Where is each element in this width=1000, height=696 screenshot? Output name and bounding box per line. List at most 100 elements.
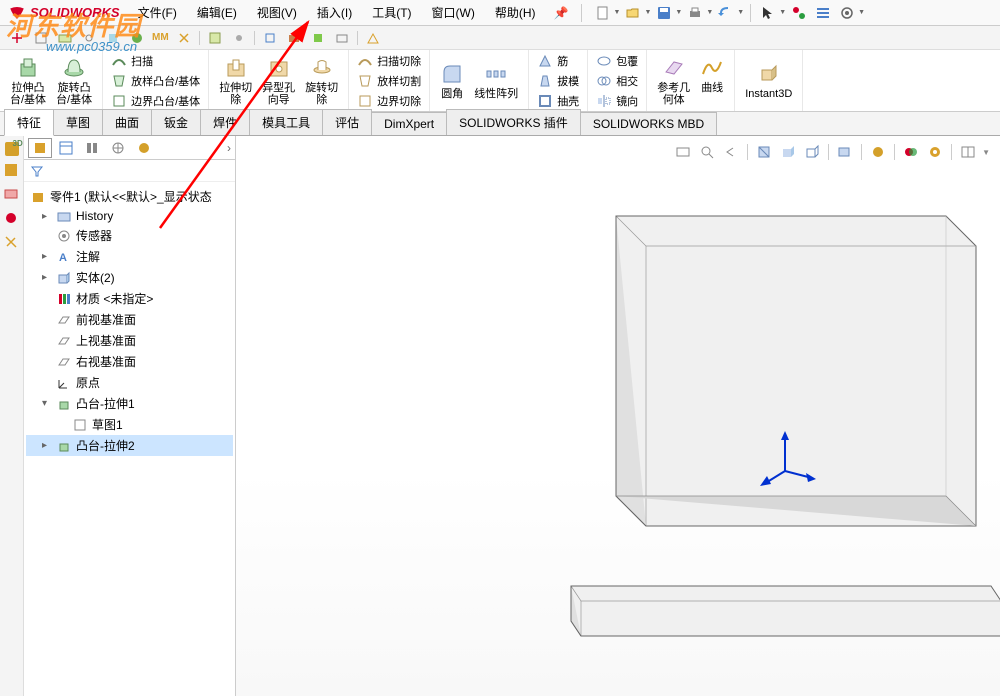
vt-view-setting[interactable] (925, 142, 945, 162)
tree-tab-prop[interactable] (54, 138, 78, 158)
tree-extrude2[interactable]: ▸凸台-拉伸2 (26, 435, 233, 456)
tb-icon[interactable] (309, 29, 327, 47)
vt-prev-view[interactable] (721, 142, 741, 162)
shell-button[interactable]: 抽壳 (535, 92, 581, 110)
new-button[interactable] (592, 2, 614, 24)
tree-sketch1[interactable]: 草图1 (26, 414, 233, 435)
tab-evaluate[interactable]: 评估 (322, 109, 372, 135)
vt-edit-appearance[interactable] (868, 142, 888, 162)
tb-icon[interactable] (128, 29, 146, 47)
fillet-button[interactable]: 圆角 (436, 60, 468, 102)
vt-zoom-area[interactable] (697, 142, 717, 162)
tree-material[interactable]: 材质 <未指定> (26, 288, 233, 309)
dropdown-icon[interactable]: ▼ (737, 9, 744, 16)
menu-window[interactable]: 窗口(W) (422, 0, 485, 26)
vt-apply-scene[interactable] (901, 142, 921, 162)
sweep-cut-button[interactable]: 扫描切除 (355, 52, 423, 70)
tb-icon[interactable] (80, 29, 98, 47)
dropdown-icon[interactable]: ▼ (779, 9, 786, 16)
tab-swmbd[interactable]: SOLIDWORKS MBD (580, 112, 717, 135)
toggle-icon[interactable]: ▸ (42, 272, 52, 283)
select-button[interactable] (757, 2, 779, 24)
print-button[interactable] (684, 2, 706, 24)
dropdown-icon[interactable]: ▼ (644, 9, 651, 16)
tree-part-root[interactable]: 零件1 (默认<<默认>_显示状态 (26, 186, 233, 207)
toggle-icon[interactable]: ▾ (42, 398, 52, 409)
settings-button[interactable] (836, 2, 858, 24)
tree-tab-dim[interactable] (106, 138, 130, 158)
hole-wizard-button[interactable]: 异型孔 向导 (258, 54, 299, 108)
dropdown-icon[interactable]: ▼ (858, 9, 865, 16)
revolve-boss-button[interactable]: 旋转凸 台/基体 (52, 54, 96, 108)
toggle-icon[interactable]: ▸ (42, 211, 52, 222)
tb-icon[interactable] (56, 29, 74, 47)
undo-button[interactable] (715, 2, 737, 24)
curves-button[interactable]: 曲线 (696, 54, 728, 108)
tb-icon[interactable] (8, 29, 26, 47)
menu-file[interactable]: 文件(F) (128, 0, 187, 26)
pin-icon[interactable]: 📌 (546, 6, 577, 20)
vt-viewport-layout[interactable] (958, 142, 978, 162)
dropdown-icon[interactable]: ▼ (675, 9, 682, 16)
ref-geom-button[interactable]: 参考几 何体 (653, 54, 694, 108)
model-block-2[interactable] (521, 576, 1000, 666)
vt-view-orient[interactable] (778, 142, 798, 162)
tree-extrude1[interactable]: ▾凸台-拉伸1 (26, 393, 233, 414)
menu-edit[interactable]: 编辑(E) (187, 0, 247, 26)
sb-icon-1[interactable]: 3D (5, 142, 19, 156)
sb-icon-4[interactable] (3, 210, 21, 228)
tb-icon[interactable] (261, 29, 279, 47)
tab-dimxpert[interactable]: DimXpert (371, 112, 447, 135)
tree-solids[interactable]: ▸实体(2) (26, 267, 233, 288)
boundary-button[interactable]: 边界凸台/基体 (109, 92, 202, 110)
model-block-1[interactable] (556, 196, 996, 636)
revolve-cut-button[interactable]: 旋转切 除 (301, 54, 342, 108)
vt-hide-show[interactable] (835, 142, 855, 162)
tree-front-plane[interactable]: 前视基准面 (26, 309, 233, 330)
viewport-3d[interactable]: ▼ (236, 136, 1000, 696)
wrap-button[interactable]: 包覆 (594, 52, 640, 70)
tree-annotations[interactable]: ▸A注解 (26, 246, 233, 267)
loft-button[interactable]: 放样凸台/基体 (109, 72, 202, 90)
loft-cut-button[interactable]: 放样切割 (355, 72, 423, 90)
sweep-button[interactable]: 扫描 (109, 52, 202, 70)
instant3d-button[interactable]: Instant3D (741, 60, 796, 102)
menu-tools[interactable]: 工具(T) (362, 0, 421, 26)
vt-section[interactable] (754, 142, 774, 162)
vt-display-style[interactable] (802, 142, 822, 162)
tb-icon[interactable] (230, 29, 248, 47)
rib-button[interactable]: 筋 (535, 52, 581, 70)
dropdown-icon[interactable]: ▼ (706, 9, 713, 16)
options-button[interactable] (812, 2, 834, 24)
intersect-button[interactable]: 相交 (594, 72, 640, 90)
tb-icon[interactable] (104, 29, 122, 47)
mirror-button[interactable]: 镜向 (594, 92, 640, 110)
tb-icon[interactable] (333, 29, 351, 47)
extrude-boss-button[interactable]: 拉伸凸 台/基体 (6, 54, 50, 108)
sb-icon-5[interactable] (3, 234, 21, 252)
tree-origin[interactable]: 原点 (26, 372, 233, 393)
toggle-icon[interactable]: ▸ (42, 251, 52, 262)
tree-tab-display[interactable] (132, 138, 156, 158)
tb-icon[interactable] (364, 29, 382, 47)
draft-button[interactable]: 拔模 (535, 72, 581, 90)
sb-icon-3[interactable] (3, 186, 21, 204)
tb-icon[interactable] (175, 29, 193, 47)
dropdown-icon[interactable]: ▼ (982, 148, 990, 157)
save-button[interactable] (653, 2, 675, 24)
tree-history[interactable]: ▸History (26, 207, 233, 225)
dropdown-icon[interactable]: ▼ (614, 9, 621, 16)
tab-sheetmetal[interactable]: 钣金 (151, 109, 201, 135)
tab-moldtools[interactable]: 模具工具 (249, 109, 323, 135)
toggle-icon[interactable]: ▸ (42, 440, 52, 451)
tree-tab-expand[interactable]: › (227, 141, 231, 155)
rebuild-button[interactable] (788, 2, 810, 24)
vt-zoom-fit[interactable] (673, 142, 693, 162)
tab-swaddins[interactable]: SOLIDWORKS 插件 (446, 109, 581, 135)
menu-view[interactable]: 视图(V) (247, 0, 307, 26)
extrude-cut-button[interactable]: 拉伸切 除 (215, 54, 256, 108)
tree-tab-feature[interactable] (28, 138, 52, 158)
sb-icon-2[interactable] (3, 162, 21, 180)
tree-right-plane[interactable]: 右视基准面 (26, 351, 233, 372)
tb-icon[interactable] (32, 29, 50, 47)
